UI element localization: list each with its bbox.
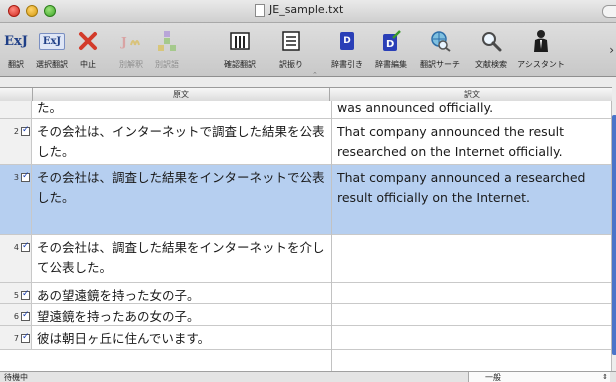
source-text-cell[interactable]: 望遠鏡を持ったあの女の子。 (37, 307, 327, 327)
assistant-button[interactable]: アシスタント (512, 27, 570, 70)
document-icon (255, 4, 265, 17)
row-checkbox[interactable] (21, 125, 30, 136)
document-search-icon (472, 27, 510, 55)
row-checkbox[interactable] (21, 171, 30, 182)
row-gutter: 6 (0, 304, 32, 325)
row-gutter: 5 (0, 283, 32, 303)
stop-button[interactable]: 中止 (72, 27, 104, 70)
splitter-grip-icon[interactable]: ⌃ (312, 71, 318, 79)
close-window-button[interactable] (8, 5, 20, 17)
translation-search-button[interactable]: 翻訳サーチ (418, 27, 462, 70)
table-row[interactable]: 7 彼は朝日ヶ丘に住んでいます。 (0, 326, 612, 350)
translation-search-icon (418, 27, 462, 55)
selection-translate-icon: ExJ (38, 32, 66, 50)
toolbar-toggle-button[interactable] (602, 5, 616, 18)
document-search-button[interactable]: 文献検索 (472, 27, 510, 70)
row-gutter: 4 (0, 235, 32, 282)
status-text: 待機中 (4, 373, 28, 382)
row-number: 6 (13, 312, 19, 321)
source-text-cell[interactable]: 彼は朝日ヶ丘に住んでいます。 (37, 329, 327, 349)
translation-mode-value: 一般 (485, 373, 501, 382)
source-text-cell[interactable]: た。 (37, 101, 327, 118)
window-title: JE_sample.txt (269, 3, 344, 16)
translation-table: た。 was announced officially. 2 その会社は、インターネッ… (0, 101, 612, 371)
row-gutter: 3 (0, 165, 32, 234)
zoom-window-button[interactable] (44, 5, 56, 17)
status-bar: 待機中 一般 ⇕ (0, 371, 616, 382)
target-text-cell[interactable]: That company announced a researched resu… (337, 168, 607, 208)
vertical-scrollbar[interactable] (611, 101, 616, 371)
row-checkbox[interactable] (21, 310, 30, 321)
source-column-header[interactable]: 原文 (32, 88, 330, 101)
source-text-cell[interactable]: その会社は、インターネットで調査した結果を公表した。 (37, 122, 327, 162)
row-number: 7 (13, 334, 19, 343)
source-text-cell[interactable]: その会社は、調査した結果をインターネットを介して公表した。 (37, 238, 327, 278)
table-row[interactable]: 6 望遠鏡を持ったあの女の子。 (0, 304, 612, 326)
source-text-cell[interactable]: あの望遠鏡を持った女の子。 (37, 286, 327, 306)
table-row[interactable]: 2 その会社は、インターネットで調査した結果を公表した。That company … (0, 119, 612, 165)
row-gutter (0, 101, 32, 118)
table-row[interactable]: 3 その会社は、調査した結果をインターネットで公表した。That company … (0, 165, 612, 235)
column-divider (331, 101, 332, 371)
alt-interpretation-button[interactable]: J 別解釈 (114, 27, 148, 70)
updown-arrow-icon: ⇕ (602, 373, 608, 381)
app-window: JE_sample.txt ExJ 翻訳 ExJ 選択翻訳 中止 J 別解釈 別… (0, 0, 616, 382)
translate-ej-icon: ExJ (4, 33, 28, 49)
table-row[interactable]: た。 was announced officially. (0, 101, 612, 119)
table-row[interactable]: 4 その会社は、調査した結果をインターネットを介して公表した。 (0, 235, 612, 283)
row-number: 2 (13, 127, 19, 136)
target-column-header[interactable]: 訳文 (332, 88, 612, 101)
dictionary-lookup-button[interactable]: D 辞書引き (328, 27, 366, 70)
target-text-cell[interactable]: was announced officially. (337, 101, 607, 118)
toolbar: ExJ 翻訳 ExJ 選択翻訳 中止 J 別解釈 別訳語 確認翻訳 訳振り D … (0, 23, 616, 79)
interlinear-button[interactable]: 訳振り (275, 27, 307, 70)
alt-word-button[interactable]: 別訳語 (150, 27, 184, 70)
row-checkbox[interactable] (21, 289, 30, 300)
minimize-window-button[interactable] (26, 5, 38, 17)
interlinear-icon (275, 27, 307, 55)
stop-x-icon (72, 27, 104, 55)
row-checkbox[interactable] (21, 241, 30, 252)
translate-button[interactable]: ExJ 翻訳 (2, 27, 30, 70)
dictionary-edit-button[interactable]: D 辞書編集 (372, 27, 410, 70)
target-text-cell[interactable]: That company announced the result resear… (337, 122, 607, 162)
title-bar: JE_sample.txt (0, 0, 616, 23)
alt-word-icon (150, 27, 184, 55)
assistant-icon (512, 27, 570, 55)
toolbar-overflow-icon[interactable]: › (609, 43, 614, 57)
scrollbar-thumb[interactable] (612, 115, 616, 355)
row-number: 3 (13, 173, 19, 182)
svg-text:J: J (120, 35, 127, 49)
table-row[interactable]: 5 あの望遠鏡を持った女の子。 (0, 283, 612, 304)
svg-text:D: D (386, 39, 394, 50)
row-gutter: 7 (0, 326, 32, 349)
row-number: 4 (13, 243, 19, 252)
confirm-translate-button[interactable]: 確認翻訳 (218, 27, 262, 70)
confirm-translate-icon (218, 27, 262, 55)
row-checkbox[interactable] (21, 332, 30, 343)
alt-interpretation-icon: J (114, 27, 148, 55)
column-header: 原文 訳文 (0, 87, 612, 102)
selection-translate-button[interactable]: ExJ 選択翻訳 (34, 27, 70, 70)
row-number: 5 (13, 291, 19, 300)
source-text-cell[interactable]: その会社は、調査した結果をインターネットで公表した。 (37, 168, 327, 208)
dictionary-edit-icon: D (372, 27, 410, 55)
dictionary-lookup-icon: D (340, 32, 354, 50)
translation-mode-select[interactable]: 一般 ⇕ (468, 372, 610, 382)
row-gutter: 2 (0, 119, 32, 164)
